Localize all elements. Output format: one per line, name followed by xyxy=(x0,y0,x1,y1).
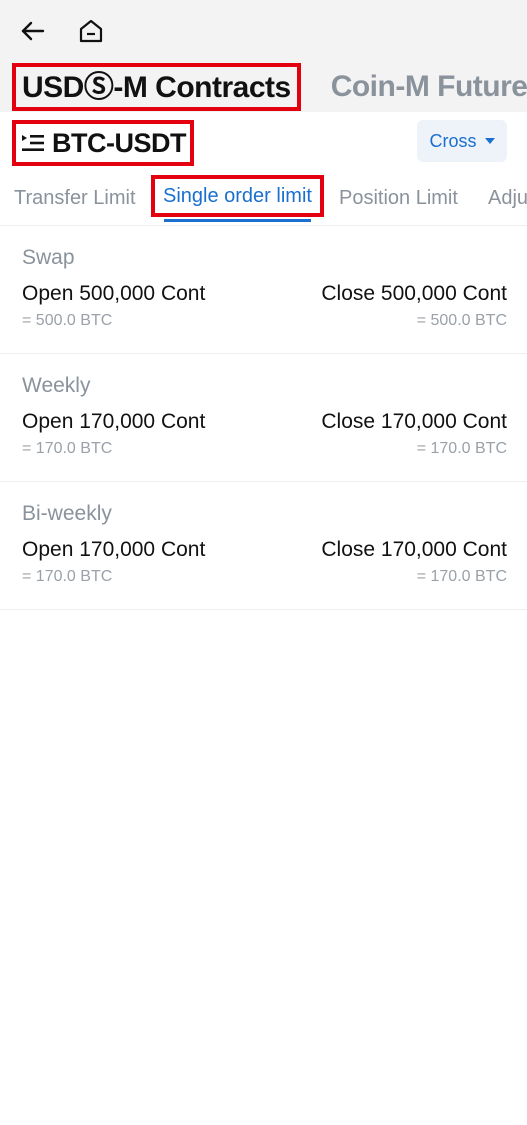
limit-tabs: Transfer Limit Single order limit Positi… xyxy=(0,170,527,226)
arrow-left-icon xyxy=(21,21,45,41)
header-area: USDⓈ-M Contracts Coin-M Futures xyxy=(0,0,527,112)
active-tab-indicator xyxy=(164,219,311,222)
tab-single-order-limit[interactable]: Single order limit xyxy=(151,175,324,217)
tab-adjust[interactable]: Adju xyxy=(488,170,527,225)
open-limit-btc: = 170.0 BTC xyxy=(22,568,113,585)
open-limit-value: Open 500,000 Cont xyxy=(22,282,206,305)
limit-section-weekly: Weekly Open 170,000 Cont = 170.0 BTC Clo… xyxy=(0,354,527,482)
menu-indent-icon xyxy=(22,135,44,151)
margin-mode-dropdown[interactable]: Cross xyxy=(417,120,507,162)
section-title: Swap xyxy=(22,246,75,269)
close-limit-btc: = 170.0 BTC xyxy=(416,440,507,457)
nav-bar xyxy=(0,0,527,62)
close-limit-value: Close 500,000 Cont xyxy=(321,282,507,305)
open-limit-btc: = 500.0 BTC xyxy=(22,312,113,329)
symbol-label: BTC-USDT xyxy=(52,127,186,158)
market-tabs: USDⓈ-M Contracts Coin-M Futures xyxy=(12,63,527,111)
tab-position-limit[interactable]: Position Limit xyxy=(339,170,458,225)
close-limit-btc: = 500.0 BTC xyxy=(416,312,507,329)
open-limit-btc: = 170.0 BTC xyxy=(22,440,113,457)
tab-transfer-limit[interactable]: Transfer Limit xyxy=(14,170,136,225)
close-limit-btc: = 170.0 BTC xyxy=(416,568,507,585)
tab-usds-m-contracts[interactable]: USDⓈ-M Contracts xyxy=(12,63,301,111)
open-limit-value: Open 170,000 Cont xyxy=(22,410,206,433)
open-limit-value: Open 170,000 Cont xyxy=(22,538,206,561)
limits-card: BTC-USDT Cross Transfer Limit Single ord… xyxy=(0,112,527,610)
symbol-selector[interactable]: BTC-USDT xyxy=(12,120,194,166)
close-limit-value: Close 170,000 Cont xyxy=(321,410,507,433)
tab-coin-m-futures[interactable]: Coin-M Futures xyxy=(331,65,527,109)
symbol-row: BTC-USDT Cross xyxy=(0,112,527,170)
back-button[interactable] xyxy=(18,16,48,46)
section-title: Bi-weekly xyxy=(22,502,112,525)
close-limit-value: Close 170,000 Cont xyxy=(321,538,507,561)
caret-down-icon xyxy=(484,138,495,144)
home-icon xyxy=(79,19,103,43)
limit-section-swap: Swap Open 500,000 Cont = 500.0 BTC Close… xyxy=(0,226,527,354)
margin-mode-label: Cross xyxy=(429,130,477,151)
home-button[interactable] xyxy=(76,16,106,46)
section-title: Weekly xyxy=(22,374,91,397)
limit-section-bi-weekly: Bi-weekly Open 170,000 Cont = 170.0 BTC … xyxy=(0,482,527,610)
